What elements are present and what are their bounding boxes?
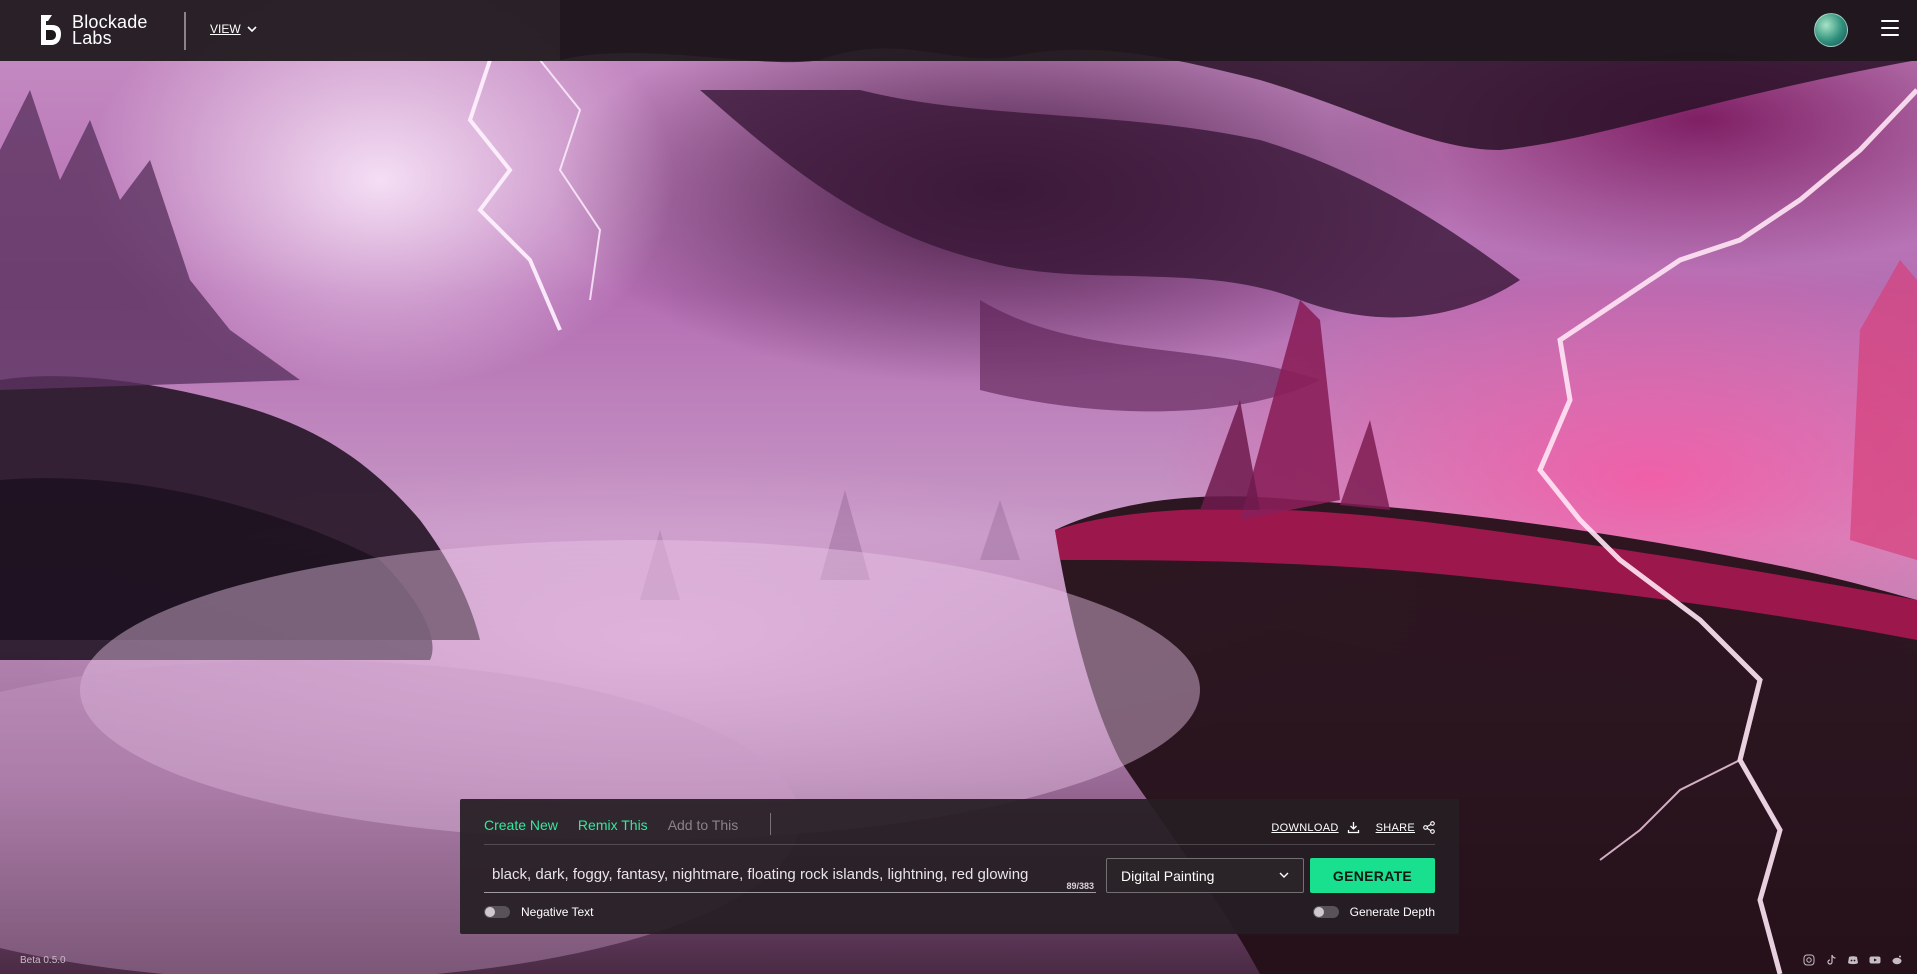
view-menu-button[interactable]: VIEW <box>210 22 257 36</box>
header-divider <box>184 12 186 50</box>
style-select-value: Digital Painting <box>1121 867 1215 884</box>
blockade-logo-icon <box>41 15 61 45</box>
prompt-input[interactable] <box>492 859 1088 889</box>
negative-text-label: Negative Text <box>521 905 594 919</box>
top-navigation-bar: Blockade Labs VIEW <box>0 0 1917 61</box>
instagram-icon[interactable] <box>1803 953 1815 966</box>
user-avatar[interactable] <box>1814 13 1848 47</box>
view-menu-label: VIEW <box>210 22 241 36</box>
panel-actions: DOWNLOAD SHARE <box>1271 821 1435 834</box>
negative-text-toggle-row: Negative Text <box>484 905 594 919</box>
social-links <box>1803 953 1903 966</box>
tab-create-new[interactable]: Create New <box>484 817 558 833</box>
share-icon <box>1423 821 1435 834</box>
tab-add-to-this[interactable]: Add to This <box>668 817 739 833</box>
logo-wordmark: Blockade Labs <box>72 13 148 48</box>
negative-text-toggle[interactable] <box>484 906 510 918</box>
prompt-field: 89/383 <box>484 859 1096 893</box>
download-icon <box>1347 822 1359 834</box>
character-count: 89/383 <box>1066 881 1094 891</box>
tab-separator <box>770 813 771 835</box>
tab-remix-this[interactable]: Remix This <box>578 817 648 833</box>
chevron-down-icon <box>1279 872 1289 878</box>
logo-line2: Labs <box>72 28 112 48</box>
discord-icon[interactable] <box>1847 953 1859 965</box>
generate-depth-toggle[interactable] <box>1312 906 1339 918</box>
hamburger-menu-icon[interactable] <box>1881 20 1899 36</box>
download-label: DOWNLOAD <box>1271 821 1339 834</box>
share-button[interactable]: SHARE <box>1376 821 1435 834</box>
mode-tabs: Create New Remix This Add to This <box>484 817 758 833</box>
blockade-labs-logo[interactable]: Blockade Labs <box>38 13 148 47</box>
generate-depth-toggle-row: Generate Depth <box>1312 905 1435 919</box>
chevron-down-icon <box>247 25 257 32</box>
style-select-dropdown[interactable]: Digital Painting <box>1106 858 1304 893</box>
share-label: SHARE <box>1375 821 1415 834</box>
youtube-icon[interactable] <box>1869 953 1881 965</box>
version-label: Beta 0.5.0 <box>20 955 66 966</box>
download-button[interactable]: DOWNLOAD <box>1271 821 1359 834</box>
generate-depth-label: Generate Depth <box>1349 905 1435 919</box>
generate-button[interactable]: GENERATE <box>1310 858 1435 893</box>
panel-divider <box>484 844 1435 845</box>
reddit-icon[interactable] <box>1891 953 1903 965</box>
prompt-panel: Create New Remix This Add to This DOWNLO… <box>460 799 1459 934</box>
tiktok-icon[interactable] <box>1825 953 1837 965</box>
